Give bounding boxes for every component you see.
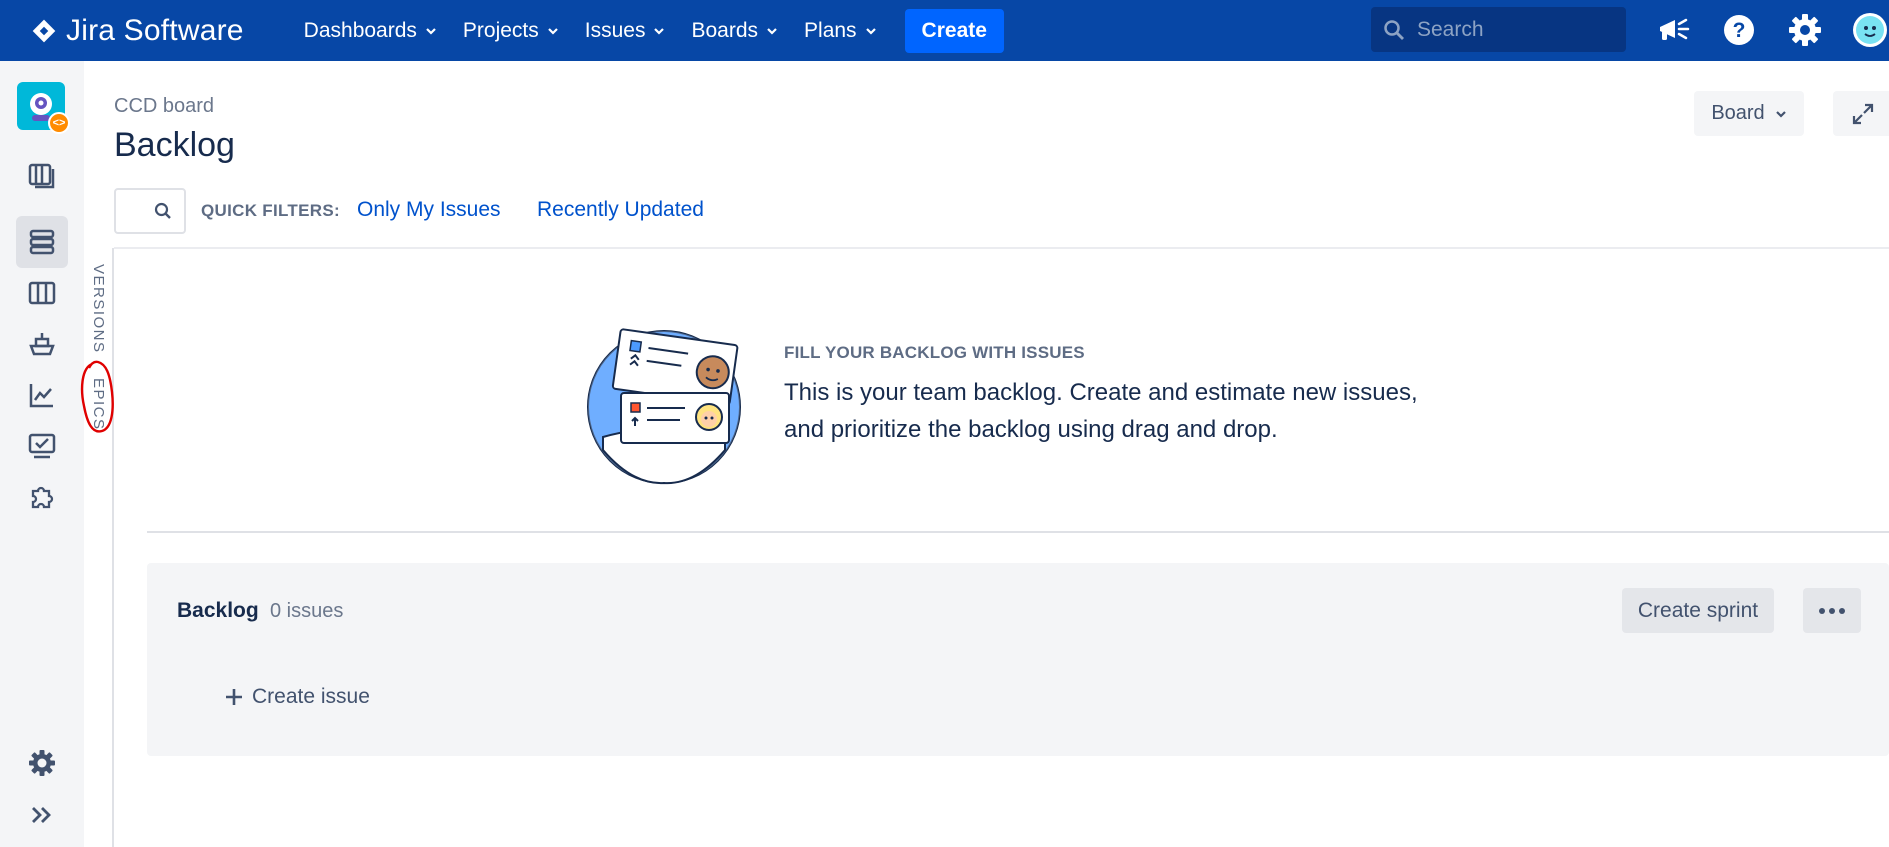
create-issue-label: Create issue bbox=[252, 685, 370, 708]
jira-logo[interactable]: Jira Software bbox=[30, 14, 244, 48]
board-button-label: Board bbox=[1711, 102, 1765, 124]
more-dots-icon bbox=[1819, 607, 1845, 614]
page-title: Backlog bbox=[114, 126, 235, 164]
create-issue-button[interactable]: Create issue bbox=[225, 685, 370, 709]
search-input[interactable]: Search bbox=[1371, 7, 1626, 52]
empty-state-title: FILL YOUR BACKLOG WITH ISSUES bbox=[784, 343, 1085, 362]
filter-only-my-issues[interactable]: Only My Issues bbox=[357, 198, 501, 222]
chevron-down-icon bbox=[547, 27, 558, 35]
fullscreen-button[interactable] bbox=[1833, 91, 1889, 136]
breadcrumb[interactable]: CCD board bbox=[114, 95, 214, 118]
issues-icon[interactable] bbox=[16, 420, 68, 472]
backlog-issue-count: 0 issues bbox=[270, 600, 344, 622]
search-icon bbox=[154, 202, 171, 219]
expand-icon bbox=[1852, 103, 1874, 124]
nav-projects[interactable]: Projects bbox=[463, 19, 559, 43]
filter-search-input[interactable] bbox=[114, 188, 186, 234]
search-placeholder: Search bbox=[1417, 17, 1484, 41]
board-icon[interactable] bbox=[16, 267, 68, 319]
top-navigation: Jira Software Dashboards Projects Issues… bbox=[0, 0, 1889, 61]
section-divider bbox=[147, 531, 1889, 533]
quick-filters-label: QUICK FILTERS: bbox=[201, 201, 340, 220]
settings-gear-icon[interactable] bbox=[1787, 12, 1823, 48]
backlog-side-tabs: VERSIONS EPICS bbox=[84, 248, 114, 847]
chevron-down-icon bbox=[767, 27, 777, 35]
svg-text:?: ? bbox=[1733, 19, 1746, 42]
nav-dashboards[interactable]: Dashboards bbox=[304, 19, 437, 43]
product-name: Jira Software bbox=[66, 13, 244, 47]
chevron-down-icon bbox=[654, 27, 665, 35]
header-divider bbox=[114, 247, 1889, 249]
board-dropdown-button[interactable]: Board bbox=[1694, 91, 1804, 136]
nav-plans[interactable]: Plans bbox=[804, 19, 877, 43]
add-ons-icon[interactable] bbox=[16, 471, 68, 523]
roadmap-icon[interactable] bbox=[16, 149, 68, 201]
nav-issues[interactable]: Issues bbox=[585, 19, 666, 43]
tab-versions[interactable]: VERSIONS bbox=[90, 264, 107, 354]
empty-state-body: This is your team backlog. Create and es… bbox=[784, 379, 1418, 443]
jira-diamond-icon bbox=[32, 19, 56, 42]
backlog-icon[interactable] bbox=[16, 216, 68, 268]
profile-avatar[interactable] bbox=[1852, 12, 1888, 48]
create-button[interactable]: Create bbox=[904, 8, 1004, 53]
chevron-down-icon bbox=[865, 27, 876, 35]
project-type-badge: <> bbox=[48, 112, 70, 134]
chevron-down-icon bbox=[426, 27, 436, 35]
red-annotation-circle bbox=[80, 360, 114, 433]
more-actions-button[interactable] bbox=[1803, 588, 1861, 633]
help-icon[interactable]: ? bbox=[1721, 12, 1757, 48]
releases-icon[interactable] bbox=[16, 318, 68, 370]
filter-recently-updated[interactable]: Recently Updated bbox=[537, 198, 704, 222]
expand-sidebar-icon[interactable] bbox=[16, 789, 68, 841]
backlog-title: Backlog bbox=[177, 599, 259, 622]
search-icon bbox=[1384, 19, 1404, 40]
empty-backlog-illustration bbox=[587, 328, 741, 485]
create-sprint-button[interactable]: Create sprint bbox=[1622, 588, 1774, 633]
nav-boards[interactable]: Boards bbox=[691, 19, 778, 43]
backlog-container: Backlog 0 issues Create sprint Create is… bbox=[147, 563, 1889, 756]
notifications-megaphone-icon[interactable] bbox=[1656, 12, 1692, 48]
chevron-down-icon bbox=[1775, 110, 1786, 118]
reports-icon[interactable] bbox=[16, 369, 68, 421]
settings-icon[interactable] bbox=[16, 737, 68, 789]
plus-icon bbox=[226, 689, 242, 705]
